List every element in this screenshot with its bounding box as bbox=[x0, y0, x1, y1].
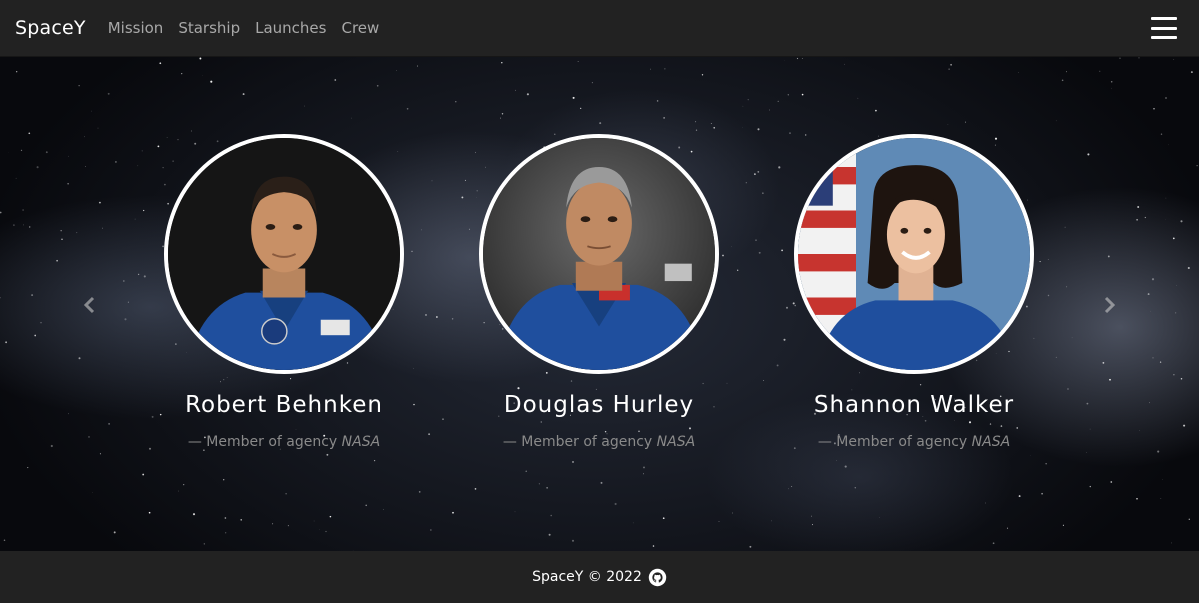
chevron-right-icon[interactable] bbox=[1098, 294, 1120, 316]
nav-link-mission[interactable]: Mission bbox=[108, 19, 164, 37]
top-navbar: SpaceY Mission Starship Launches Crew bbox=[0, 0, 1199, 57]
crew-role: — Member of agency NASA bbox=[817, 434, 1011, 450]
crew-card: Robert Behnken — Member of agency NASA bbox=[164, 134, 404, 450]
crew-photo-robert-behnken bbox=[164, 134, 404, 374]
crew-card: Shannon Walker — Member of agency NASA bbox=[794, 134, 1034, 450]
brand-logo-link[interactable]: SpaceY bbox=[15, 17, 86, 39]
nav-link-starship[interactable]: Starship bbox=[178, 19, 240, 37]
crew-card: Douglas Hurley — Member of agency NASA bbox=[479, 134, 719, 450]
crew-role: — Member of agency NASA bbox=[502, 434, 696, 450]
github-icon[interactable] bbox=[648, 568, 667, 587]
crew-carousel: Robert Behnken — Member of agency NASA D… bbox=[0, 57, 1199, 551]
chevron-left-icon[interactable] bbox=[79, 294, 101, 316]
crew-photo-shannon-walker bbox=[794, 134, 1034, 374]
crew-name: Robert Behnken bbox=[185, 392, 383, 418]
crew-name: Shannon Walker bbox=[813, 392, 1015, 418]
page-footer: SpaceY © 2022 bbox=[0, 551, 1199, 603]
nav-links: Mission Starship Launches Crew bbox=[108, 19, 380, 37]
footer-copyright: SpaceY © 2022 bbox=[532, 569, 642, 585]
crew-name: Douglas Hurley bbox=[503, 392, 695, 418]
nav-link-launches[interactable]: Launches bbox=[255, 19, 326, 37]
hamburger-icon[interactable] bbox=[1151, 17, 1177, 39]
nav-link-crew[interactable]: Crew bbox=[341, 19, 379, 37]
crew-photo-douglas-hurley bbox=[479, 134, 719, 374]
crew-role: — Member of agency NASA bbox=[187, 434, 381, 450]
